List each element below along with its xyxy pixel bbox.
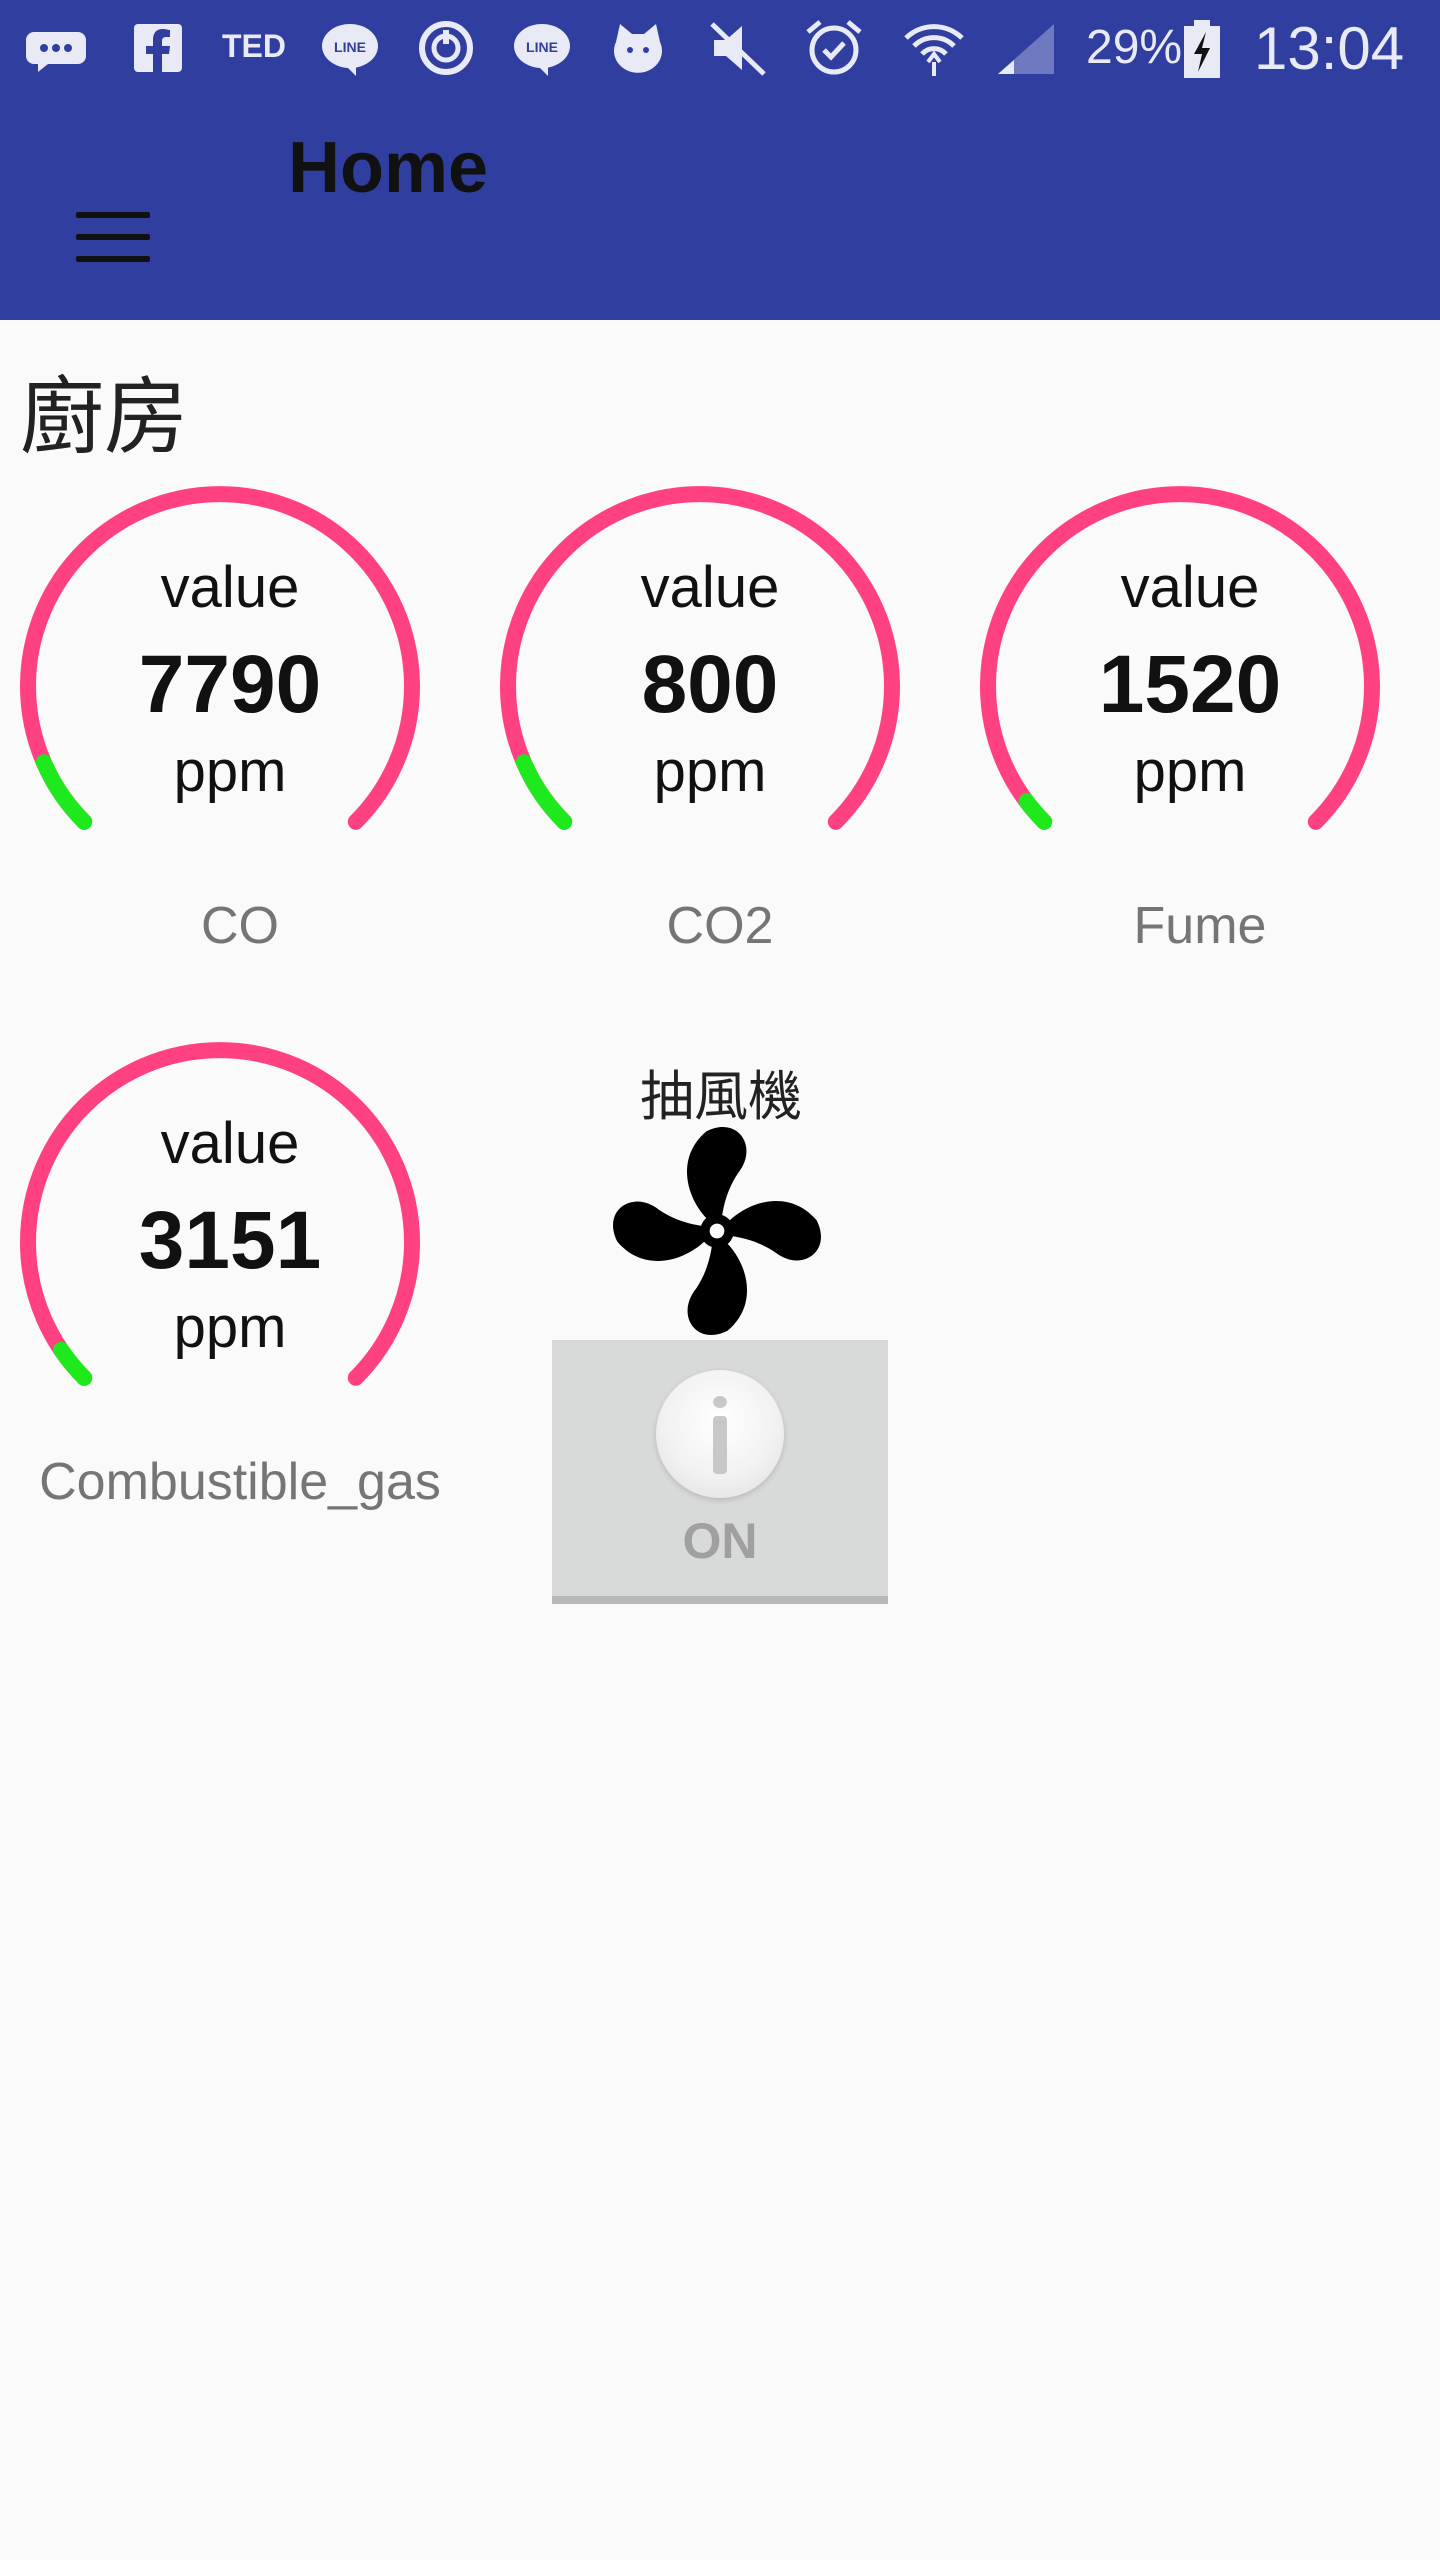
gauge-unit: ppm bbox=[1133, 739, 1247, 804]
line-icon: LINE bbox=[514, 24, 570, 76]
fan-toggle-button[interactable]: ON bbox=[552, 1340, 888, 1604]
toggle-state-label: ON bbox=[682, 1513, 758, 1569]
gauge-value: 3151 bbox=[138, 1195, 322, 1286]
battery-percent: 29% bbox=[1086, 21, 1183, 74]
mute-icon bbox=[710, 22, 766, 76]
battery-icon bbox=[1184, 20, 1220, 78]
app-bar bbox=[0, 96, 1440, 320]
alarm-icon bbox=[806, 20, 862, 75]
gauge-unit: ppm bbox=[653, 739, 767, 804]
gauge-unit: ppm bbox=[173, 739, 287, 804]
gauge-caption: Combustible_gas bbox=[39, 1453, 441, 1511]
gauge-label: value bbox=[1120, 555, 1260, 620]
gauge-label: value bbox=[160, 555, 300, 620]
gauge-caption: CO bbox=[201, 897, 279, 955]
fan-label: 抽風機 bbox=[640, 1065, 802, 1128]
fan-icon bbox=[613, 1127, 821, 1335]
gauge-unit: ppm bbox=[173, 1295, 287, 1360]
ted-icon: TED bbox=[222, 28, 286, 64]
gauge-caption: Fume bbox=[1133, 897, 1267, 955]
sync-icon bbox=[419, 21, 473, 75]
page-title: Home bbox=[288, 128, 489, 208]
gauge-value: 800 bbox=[641, 639, 779, 730]
cat-icon bbox=[614, 24, 662, 73]
svg-text:LINE: LINE bbox=[526, 39, 558, 55]
gauge-value: 1520 bbox=[1098, 639, 1282, 730]
menu-button[interactable] bbox=[56, 182, 168, 294]
signal-icon bbox=[998, 24, 1054, 74]
svg-text:LINE: LINE bbox=[334, 39, 366, 55]
line-icon: LINE bbox=[322, 24, 378, 76]
message-icon bbox=[26, 32, 86, 72]
info-icon bbox=[656, 1370, 784, 1498]
gauge-caption: CO2 bbox=[666, 897, 774, 955]
menu-icon bbox=[76, 212, 150, 218]
status-bar: TED LINE LINE 29% 13:04 bbox=[0, 0, 1440, 96]
wifi-icon bbox=[904, 24, 964, 76]
gauge-value: 7790 bbox=[138, 639, 322, 730]
section-title: 廚房 bbox=[20, 368, 189, 466]
facebook-icon bbox=[134, 24, 182, 72]
status-time: 13:04 bbox=[1254, 15, 1405, 82]
gauge-label: value bbox=[160, 1111, 300, 1176]
gauge-label: value bbox=[640, 555, 780, 620]
